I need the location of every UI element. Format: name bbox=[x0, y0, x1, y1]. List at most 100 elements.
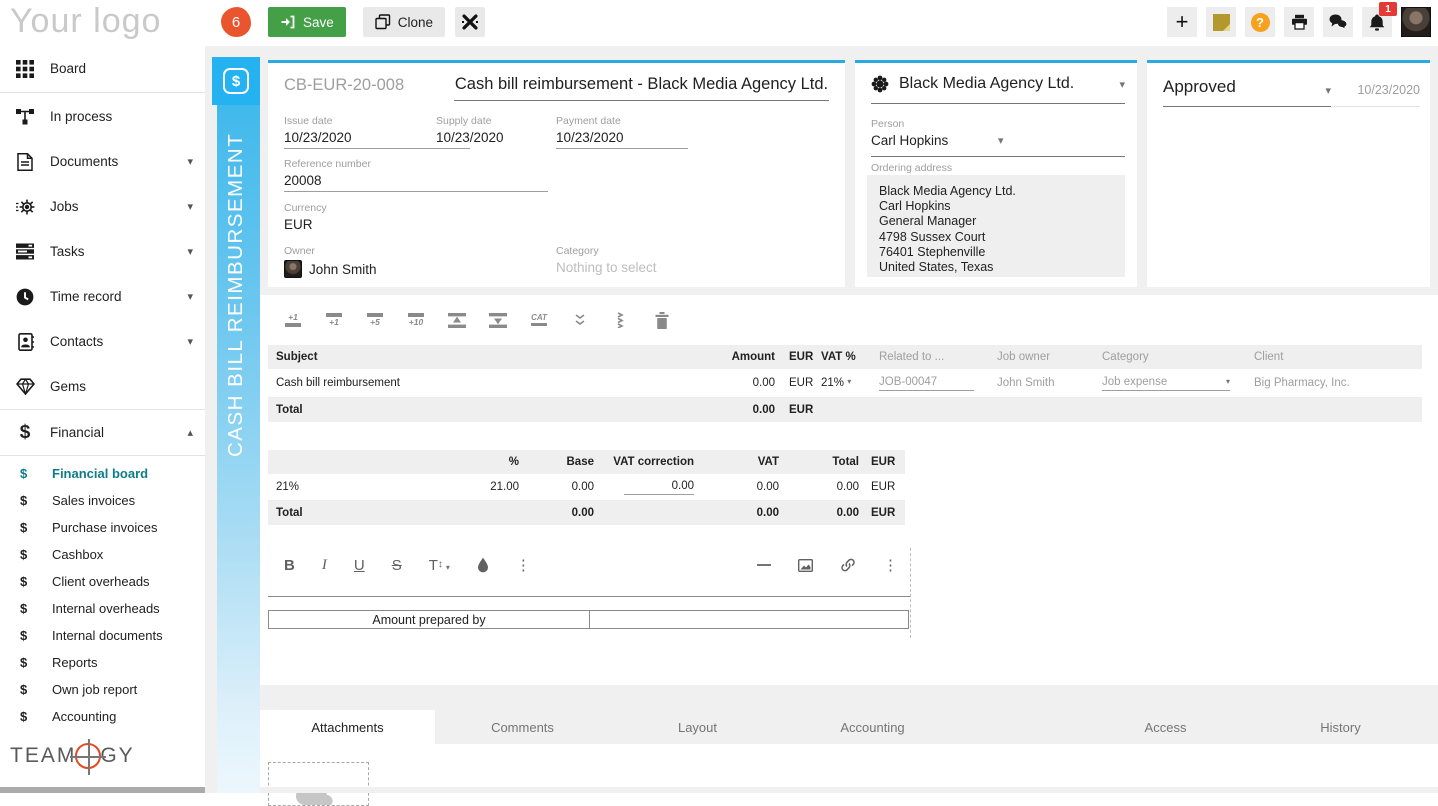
sidebar-item-financial[interactable]: $ Financial ▴ bbox=[0, 409, 205, 455]
sidebar-item-purchase-invoices[interactable]: $Purchase invoices bbox=[0, 514, 205, 541]
bell-icon bbox=[1369, 14, 1385, 31]
bottom-tab-bar: Attachments Comments Layout Accounting A… bbox=[260, 710, 1438, 744]
italic-icon[interactable]: I bbox=[322, 558, 327, 573]
sidebar-item-contacts[interactable]: Contacts ▾ bbox=[0, 319, 205, 364]
line-items-total-row: Total 0.00 EUR bbox=[268, 398, 1422, 422]
category-select[interactable]: Nothing to select bbox=[556, 260, 657, 275]
underline-icon[interactable]: U bbox=[354, 558, 365, 573]
strikethrough-icon[interactable]: S bbox=[392, 558, 402, 573]
sidebar-item-internal-overheads[interactable]: $Internal overheads bbox=[0, 595, 205, 622]
sidebar-item-own-job-report[interactable]: $Own job report bbox=[0, 676, 205, 703]
more-options-icon[interactable]: ⋮ bbox=[883, 558, 898, 573]
move-row-up-icon[interactable] bbox=[448, 313, 466, 328]
supply-date-label: Supply date bbox=[436, 115, 504, 127]
add-ten-rows-icon[interactable]: +10 bbox=[407, 313, 425, 327]
attachment-dropzone[interactable] bbox=[268, 762, 369, 806]
save-icon bbox=[280, 14, 296, 30]
sidebar-item-jobs[interactable]: Jobs ▾ bbox=[0, 184, 205, 229]
board-icon bbox=[14, 60, 36, 78]
notification-count-badge: 1 bbox=[1379, 2, 1397, 16]
notes-button[interactable] bbox=[1206, 7, 1236, 37]
ordering-address-label: Ordering address bbox=[871, 162, 952, 174]
chevron-down-icon: ▾ bbox=[1226, 377, 1230, 386]
sidebar-item-financial-board[interactable]: $Financial board bbox=[0, 460, 205, 487]
item-amount-input[interactable]: 0.00 bbox=[697, 377, 775, 389]
chevron-down-icon: ▾ bbox=[187, 200, 193, 213]
items-panel: +1 +1 +5 +10 CAT Subject Amount EUR VAT … bbox=[260, 295, 1438, 685]
upload-cloud-icon bbox=[293, 781, 345, 805]
tab-attachments[interactable]: Attachments bbox=[260, 710, 435, 744]
insert-link-icon[interactable] bbox=[840, 557, 856, 573]
owner-value[interactable]: John Smith bbox=[284, 260, 377, 278]
chat-button[interactable] bbox=[1323, 7, 1353, 37]
text-size-icon[interactable]: T↕▾ bbox=[429, 558, 450, 573]
sidebar-item-accounting[interactable]: $Accounting bbox=[0, 703, 205, 730]
sidebar-item-documents[interactable]: Documents ▾ bbox=[0, 139, 205, 184]
sidebar-item-board[interactable]: Board bbox=[0, 46, 205, 91]
sidebar-item-cashbox[interactable]: $Cashbox bbox=[0, 541, 205, 568]
company-flower-icon bbox=[871, 75, 889, 93]
user-avatar[interactable] bbox=[1401, 7, 1431, 37]
collapse-rows-icon[interactable] bbox=[571, 313, 589, 327]
chevron-up-icon: ▴ bbox=[187, 426, 193, 439]
currency-value[interactable]: EUR bbox=[284, 217, 327, 232]
vat-correction-input[interactable]: 0.00 bbox=[594, 480, 694, 495]
add-row-below-icon[interactable]: +1 bbox=[325, 313, 343, 327]
clone-button[interactable]: Clone bbox=[363, 7, 445, 37]
expand-rows-icon[interactable] bbox=[612, 312, 630, 328]
chevron-down-icon: ▾ bbox=[847, 377, 851, 386]
owner-avatar bbox=[284, 260, 302, 278]
prepared-by-table: Amount prepared by bbox=[268, 610, 909, 629]
reference-number-input[interactable]: 20008 bbox=[284, 173, 548, 192]
sidebar-item-time-record[interactable]: Time record ▾ bbox=[0, 274, 205, 319]
printer-icon bbox=[1291, 14, 1308, 30]
person-select[interactable]: Carl Hopkins ▾ bbox=[871, 133, 1125, 157]
prepared-by-value-cell[interactable] bbox=[590, 611, 908, 628]
document-title-input[interactable]: Cash bill reimbursement - Black Media Ag… bbox=[454, 75, 829, 101]
save-button[interactable]: Save bbox=[268, 7, 346, 37]
add-row-above-icon[interactable]: +1 bbox=[284, 313, 302, 327]
item-category-select[interactable]: Job expense▾ bbox=[1102, 376, 1254, 391]
supply-date-input[interactable]: 10/23/2020 bbox=[436, 130, 504, 145]
prepared-by-cell[interactable]: Amount prepared by bbox=[269, 611, 590, 628]
status-value: Approved bbox=[1163, 77, 1325, 97]
tab-comments[interactable]: Comments bbox=[435, 710, 610, 744]
item-vat-select[interactable]: 21% ▾ bbox=[821, 377, 879, 389]
text-color-icon[interactable] bbox=[477, 557, 489, 573]
sidebar-item-client-overheads[interactable]: $Client overheads bbox=[0, 568, 205, 595]
reference-number-label: Reference number bbox=[284, 158, 548, 170]
item-related-to-input[interactable]: JOB-00047 bbox=[879, 376, 997, 391]
tab-layout[interactable]: Layout bbox=[610, 710, 785, 744]
more-options-icon[interactable]: ⋮ bbox=[516, 558, 531, 573]
payment-date-input[interactable]: 10/23/2020 bbox=[556, 130, 688, 149]
notifications-button[interactable]: 1 bbox=[1362, 7, 1392, 37]
bold-icon[interactable]: B bbox=[284, 558, 295, 573]
horizontal-rule-icon[interactable] bbox=[757, 564, 771, 566]
dollar-document-icon: $ bbox=[223, 68, 249, 94]
tools-button[interactable] bbox=[455, 7, 485, 37]
move-row-down-icon[interactable] bbox=[489, 313, 507, 328]
help-button[interactable]: ? bbox=[1245, 7, 1275, 37]
tab-access[interactable]: Access bbox=[1078, 710, 1253, 744]
sidebar-item-in-process[interactable]: In process bbox=[0, 94, 205, 139]
status-select[interactable]: Approved ▾ bbox=[1163, 77, 1331, 107]
add-button[interactable]: + bbox=[1167, 7, 1197, 37]
delete-row-icon[interactable] bbox=[653, 312, 671, 329]
item-subject-input[interactable]: Cash bill reimbursement bbox=[276, 377, 697, 389]
dollar-icon: $ bbox=[20, 466, 34, 481]
sidebar-item-internal-documents[interactable]: $Internal documents bbox=[0, 622, 205, 649]
tab-history[interactable]: History bbox=[1253, 710, 1428, 744]
sidebar-item-tasks[interactable]: Tasks ▾ bbox=[0, 229, 205, 274]
tab-accounting[interactable]: Accounting bbox=[785, 710, 960, 744]
add-five-rows-icon[interactable]: +5 bbox=[366, 313, 384, 327]
company-select[interactable]: Black Media Agency Ltd. ▾ bbox=[871, 75, 1125, 104]
sidebar-item-reports[interactable]: $Reports bbox=[0, 649, 205, 676]
item-client: Big Pharmacy, Inc. bbox=[1254, 377, 1414, 389]
sidebar-item-sales-invoices[interactable]: $Sales invoices bbox=[0, 487, 205, 514]
sidebar-item-gems[interactable]: Gems bbox=[0, 364, 205, 409]
insert-image-icon[interactable] bbox=[798, 559, 813, 572]
contacts-icon bbox=[14, 333, 36, 351]
category-tool-icon[interactable]: CAT bbox=[530, 314, 548, 326]
print-button[interactable] bbox=[1284, 7, 1314, 37]
editor-text-area[interactable] bbox=[268, 596, 910, 597]
